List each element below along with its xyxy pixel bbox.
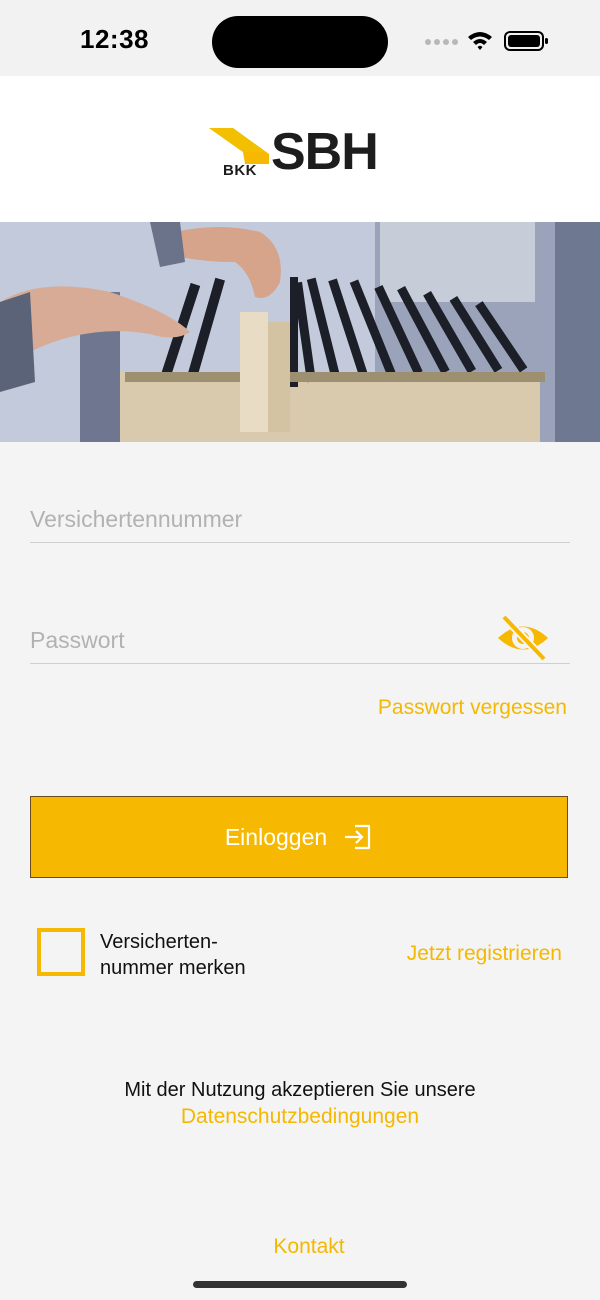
password-input[interactable] (30, 617, 570, 663)
privacy-policy-link[interactable]: Datenschutzbedingungen (181, 1105, 419, 1128)
remember-insured-number-checkbox[interactable] (37, 928, 85, 976)
password-field[interactable] (30, 614, 570, 664)
battery-icon (504, 31, 548, 51)
logo-mark-icon (209, 128, 269, 164)
insured-number-field[interactable] (30, 496, 570, 543)
wifi-icon (468, 32, 492, 50)
login-button-label: Einloggen (224, 823, 328, 850)
forgot-password-link[interactable]: Passwort vergessen (378, 696, 567, 720)
login-button[interactable]: Einloggen (30, 796, 568, 878)
status-icons (425, 31, 548, 51)
remember-label-line1: Versicherten- (100, 931, 218, 953)
home-indicator[interactable] (193, 1281, 407, 1288)
logo-bkk-text: BKK (223, 162, 257, 179)
privacy-link-wrapper: Datenschutzbedingungen (0, 1105, 600, 1129)
consent-text: Mit der Nutzung akzeptieren Sie unsere (124, 1079, 476, 1101)
dynamic-island (212, 16, 388, 68)
contact-link-wrapper: Kontakt (0, 1235, 600, 1259)
insured-number-input[interactable] (30, 496, 570, 542)
hero-image-file-cabinet (0, 222, 600, 442)
logo-sbh-text: SBH (271, 123, 379, 181)
app-header: BKK SBH (0, 76, 600, 222)
eye-slash-icon[interactable] (494, 613, 552, 663)
status-bar: 12:38 (0, 0, 600, 76)
login-arrow-icon (345, 824, 371, 850)
signal-dots-icon (425, 39, 458, 45)
status-time: 12:38 (80, 24, 149, 54)
login-screen: 12:38 BKK SBH Versichertennummer Passwor… (0, 0, 600, 1300)
bkk-sbh-logo: BKK SBH (205, 124, 395, 180)
file-cabinet-illustration (0, 222, 600, 442)
register-link[interactable]: Jetzt registrieren (407, 942, 562, 966)
remember-label-line2: nummer merken (100, 957, 246, 979)
contact-link[interactable]: Kontakt (273, 1235, 344, 1258)
remember-insured-number-label[interactable]: Versicherten- nummer merken (100, 929, 246, 981)
